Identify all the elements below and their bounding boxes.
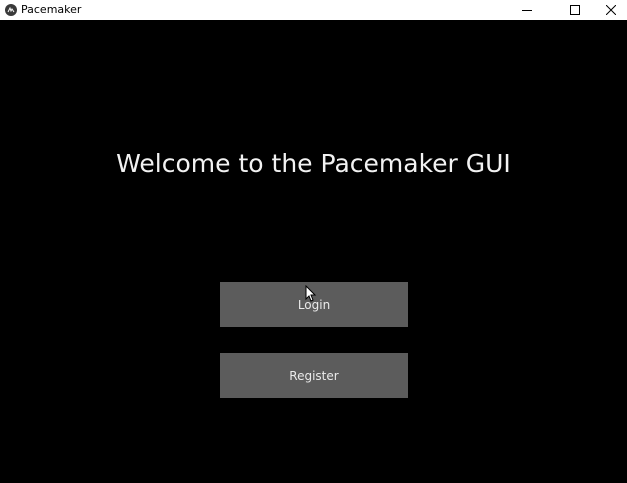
title-bar[interactable]: Pacemaker: [0, 0, 627, 20]
minimize-icon: [522, 9, 532, 11]
register-button-label: Register: [289, 368, 339, 383]
login-button-label: Login: [297, 297, 331, 312]
window-title: Pacemaker: [21, 3, 82, 16]
register-button[interactable]: Register: [220, 353, 408, 398]
close-icon: [606, 5, 616, 15]
login-button[interactable]: Login: [220, 282, 408, 327]
maximize-button[interactable]: [557, 0, 593, 20]
maximize-icon: [570, 5, 580, 15]
app-icon: [5, 4, 17, 16]
minimize-button[interactable]: [509, 0, 545, 20]
app-window: Pacemaker Welcome to the Pacemaker GUI L…: [0, 0, 627, 483]
close-button[interactable]: [593, 0, 627, 20]
welcome-heading: Welcome to the Pacemaker GUI: [116, 149, 511, 178]
